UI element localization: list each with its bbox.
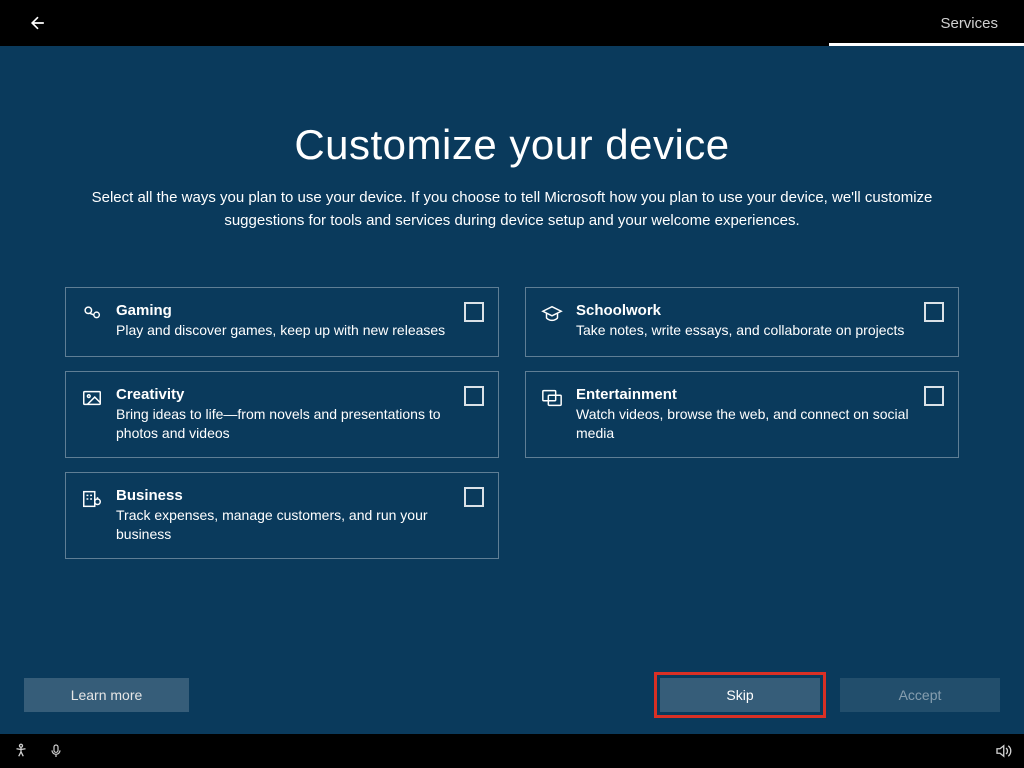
bottom-bar bbox=[0, 734, 1024, 768]
card-title: Schoolwork bbox=[576, 302, 912, 319]
back-button[interactable] bbox=[20, 9, 56, 37]
checkbox-entertainment[interactable] bbox=[924, 386, 944, 406]
top-bar: Services bbox=[0, 0, 1024, 46]
checkbox-business[interactable] bbox=[464, 487, 484, 507]
picture-icon bbox=[80, 386, 104, 410]
business-icon bbox=[80, 487, 104, 511]
volume-icon[interactable] bbox=[994, 742, 1012, 760]
gaming-icon bbox=[80, 302, 104, 326]
card-desc: Bring ideas to life—from novels and pres… bbox=[116, 405, 452, 443]
card-desc: Watch videos, browse the web, and connec… bbox=[576, 405, 912, 443]
card-desc: Take notes, write essays, and collaborat… bbox=[576, 321, 912, 340]
accept-button[interactable]: Accept bbox=[840, 678, 1000, 712]
card-entertainment[interactable]: Entertainment Watch videos, browse the w… bbox=[525, 371, 959, 458]
main-content: Customize your device Select all the way… bbox=[0, 46, 1024, 559]
options-grid: Gaming Play and discover games, keep up … bbox=[65, 287, 959, 559]
learn-more-button[interactable]: Learn more bbox=[24, 678, 189, 712]
tab-services[interactable]: Services bbox=[934, 15, 1004, 32]
card-business[interactable]: Business Track expenses, manage customer… bbox=[65, 472, 499, 559]
card-schoolwork[interactable]: Schoolwork Take notes, write essays, and… bbox=[525, 287, 959, 357]
card-title: Gaming bbox=[116, 302, 452, 319]
page-subtitle: Select all the ways you plan to use your… bbox=[65, 187, 959, 232]
card-title: Creativity bbox=[116, 386, 452, 403]
card-gaming[interactable]: Gaming Play and discover games, keep up … bbox=[65, 287, 499, 357]
footer-buttons: Learn more Skip Accept bbox=[0, 672, 1024, 718]
skip-button[interactable]: Skip bbox=[660, 678, 820, 712]
media-icon bbox=[540, 386, 564, 410]
microphone-icon[interactable] bbox=[48, 743, 64, 759]
page-title: Customize your device bbox=[65, 121, 959, 169]
checkbox-schoolwork[interactable] bbox=[924, 302, 944, 322]
card-desc: Play and discover games, keep up with ne… bbox=[116, 321, 452, 340]
graduation-cap-icon bbox=[540, 302, 564, 326]
tab-underline bbox=[829, 43, 1024, 46]
card-desc: Track expenses, manage customers, and ru… bbox=[116, 506, 452, 544]
card-creativity[interactable]: Creativity Bring ideas to life—from nove… bbox=[65, 371, 499, 458]
ease-of-access-icon[interactable] bbox=[12, 742, 30, 760]
card-title: Entertainment bbox=[576, 386, 912, 403]
card-title: Business bbox=[116, 487, 452, 504]
skip-highlight: Skip bbox=[654, 672, 826, 718]
checkbox-gaming[interactable] bbox=[464, 302, 484, 322]
checkbox-creativity[interactable] bbox=[464, 386, 484, 406]
